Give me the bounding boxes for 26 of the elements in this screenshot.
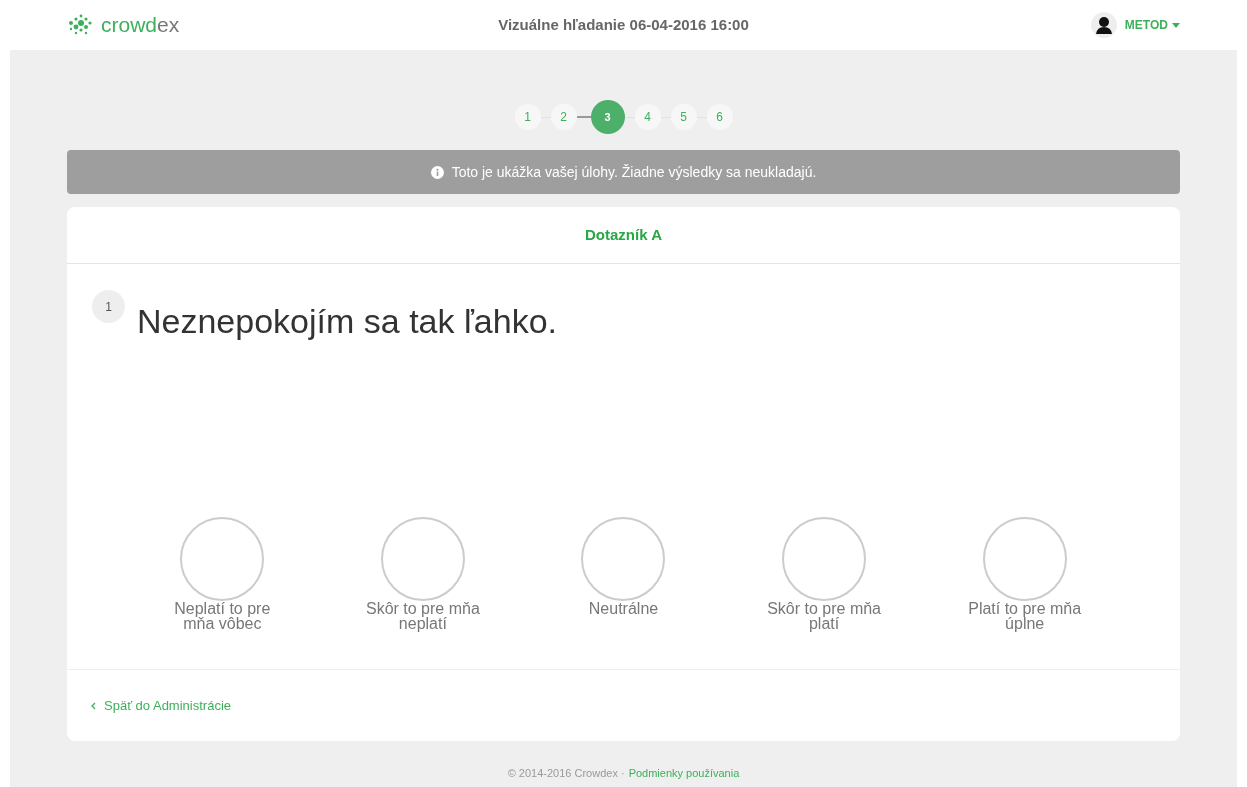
notice-text: Toto je ukážka vašej úlohy. Žiadne výsledky sa neukladajú. bbox=[451, 162, 817, 182]
info-icon bbox=[430, 165, 444, 179]
step-indicator[interactable]: 1 bbox=[514, 104, 541, 130]
step-indicator[interactable]: 4 bbox=[634, 104, 661, 130]
logo-wordmark[interactable]: crowdex bbox=[101, 9, 180, 41]
step-indicator[interactable]: 6 bbox=[706, 104, 733, 130]
step-indicator[interactable]: 2 bbox=[550, 104, 577, 130]
step-indicator[interactable]: 5 bbox=[670, 104, 697, 130]
terms-link[interactable]: Podmienky používania bbox=[628, 764, 740, 781]
logo-icon bbox=[67, 14, 93, 36]
answer-label: Skôr to pre mňa neplatí bbox=[364, 601, 481, 631]
answer-label: Neutrálne bbox=[587, 601, 660, 616]
question-text: Neznepokojím sa tak ľahko. bbox=[137, 301, 558, 342]
caret-icon bbox=[1172, 22, 1180, 28]
chevron-left-icon bbox=[91, 701, 96, 710]
copyright-text: © 2014-2016 Crowdex · bbox=[507, 765, 625, 781]
answer-label: Neplatí to pre mňa vôbec bbox=[173, 601, 272, 631]
page-title: Vizuálne hľadanie 06-04-2016 16:00 bbox=[498, 14, 749, 35]
answer-label: Skôr to pre mňa platí bbox=[766, 601, 882, 631]
step-indicator[interactable]: 3 bbox=[590, 100, 625, 134]
user-menu[interactable]: METOD bbox=[1124, 16, 1180, 34]
user-avatar-icon bbox=[1090, 12, 1117, 38]
question-number: 1 bbox=[92, 290, 125, 323]
answer-label: Platí to pre mňa úplne bbox=[967, 601, 1083, 631]
card-title: Dotazník A bbox=[585, 224, 662, 245]
back-link[interactable]: Späť do Administrácie bbox=[91, 695, 231, 716]
